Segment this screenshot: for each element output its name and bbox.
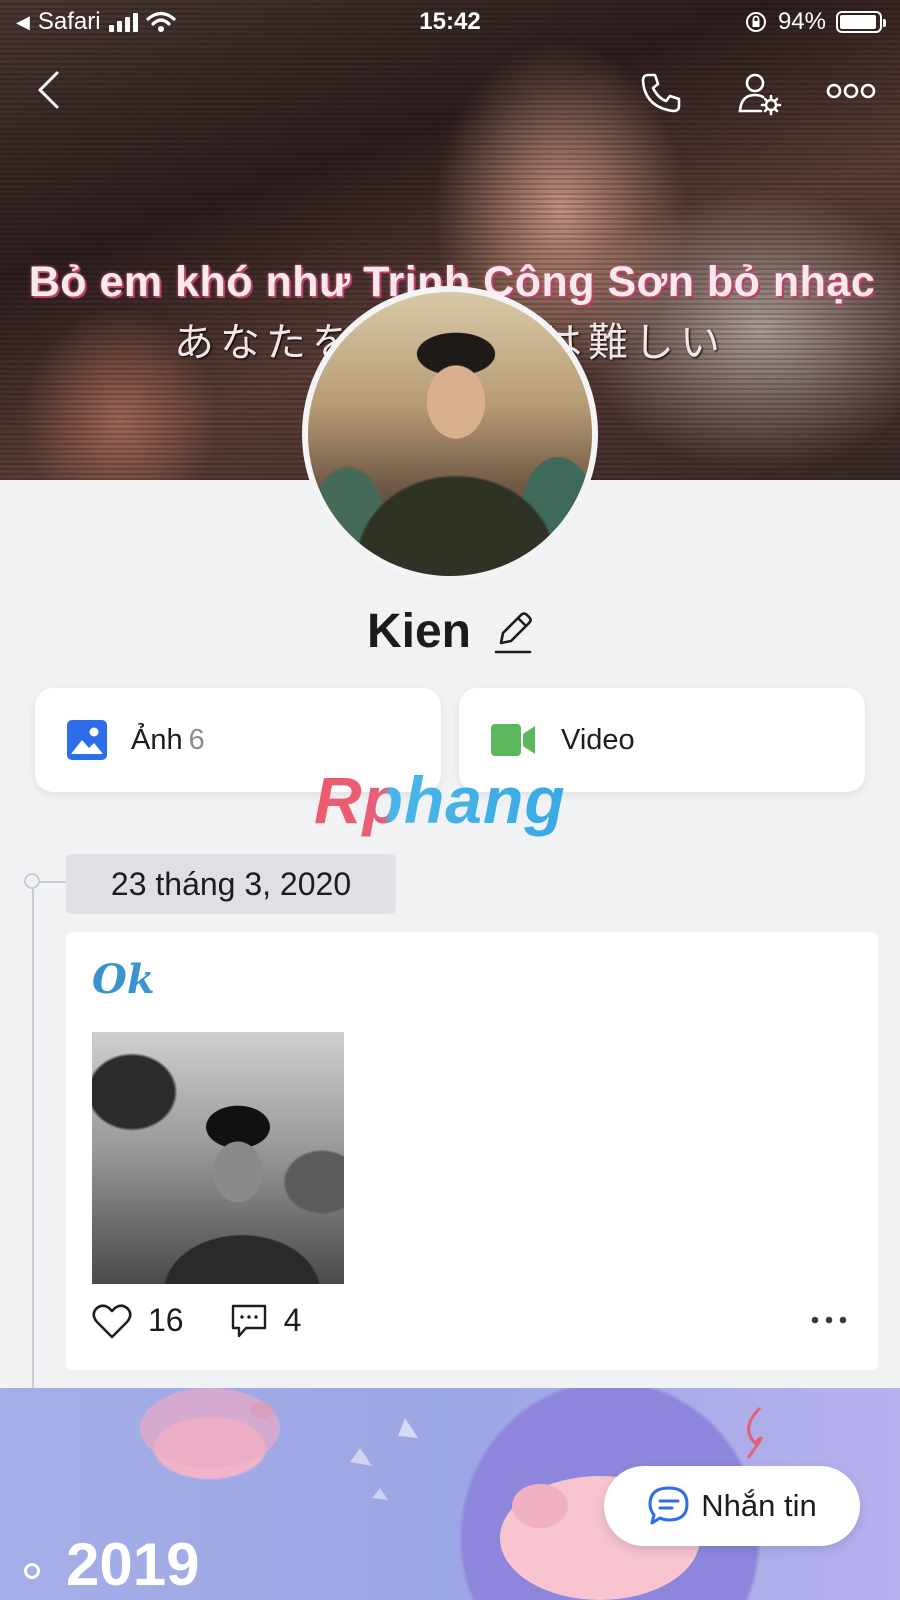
comment-button[interactable]: 4: [230, 1302, 302, 1339]
profile-settings-button[interactable]: [732, 68, 788, 120]
photos-count: 6: [188, 723, 205, 756]
chat-bubble-icon: [648, 1486, 689, 1525]
more-dots-icon: [826, 83, 876, 99]
more-horizontal-icon: [811, 1316, 847, 1324]
post-more-button[interactable]: [810, 1312, 848, 1330]
back-button[interactable]: [26, 66, 70, 114]
rotation-lock-icon: [745, 12, 766, 32]
more-button[interactable]: [824, 76, 878, 106]
photos-label: Ảnh: [131, 723, 183, 756]
phone-icon: [641, 73, 681, 113]
avatar[interactable]: [302, 286, 598, 582]
post-photo[interactable]: [92, 1032, 344, 1284]
comment-count: 4: [283, 1302, 302, 1338]
pencil-icon[interactable]: [493, 609, 533, 655]
call-button[interactable]: [636, 68, 686, 118]
timeline-year-dot: [24, 1563, 40, 1579]
post-actions: 16 4: [92, 1302, 347, 1339]
send-message-label: Nhắn tin: [701, 1488, 817, 1523]
post-date: 23 tháng 3, 2020: [66, 854, 396, 914]
timeline-connector: [40, 881, 66, 883]
timeline-dot: [24, 873, 40, 889]
send-message-button[interactable]: Nhắn tin: [604, 1466, 860, 1546]
chevron-left-icon: [38, 71, 59, 109]
post-text: Ok: [92, 956, 155, 1003]
like-button[interactable]: 16: [92, 1302, 184, 1339]
like-count: 16: [148, 1302, 184, 1338]
status-bar: ◀ Safari 15:42 94%: [0, 0, 900, 46]
video-camera-icon: [491, 724, 535, 756]
profile-name-row: Kien: [0, 604, 900, 659]
timeline-post[interactable]: Ok 16 4: [66, 932, 878, 1370]
user-settings-icon: [738, 73, 782, 116]
battery-icon: [836, 11, 886, 33]
profile-name: Kien: [366, 605, 471, 658]
battery-percent: 94%: [777, 8, 826, 35]
watermark-logo: Rphang: [314, 763, 566, 837]
video-label: Video: [561, 723, 635, 756]
comment-icon: [231, 1304, 266, 1337]
image-icon: [67, 720, 107, 760]
heart-icon: [92, 1303, 132, 1338]
year-label: 2019: [66, 1531, 200, 1598]
